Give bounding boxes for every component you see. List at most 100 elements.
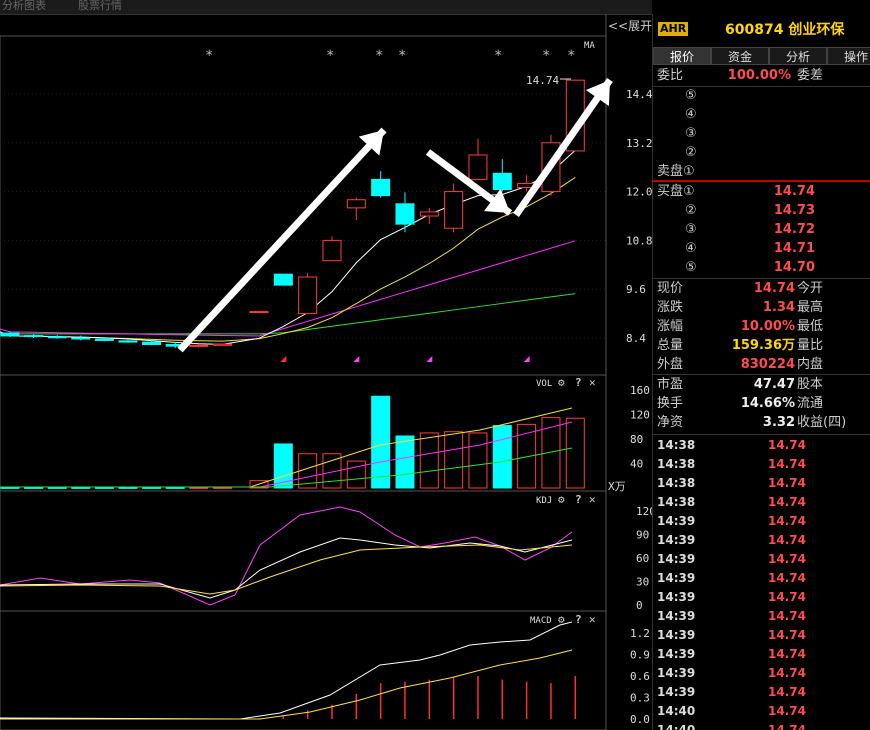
quote-value: 1.34 xyxy=(762,300,795,315)
close-icon[interactable]: ✕ xyxy=(589,493,596,506)
candle-body xyxy=(189,344,209,347)
buy-level-label: ⑤ xyxy=(685,260,697,275)
macd-dea-line xyxy=(0,649,573,720)
buy-row[interactable]: ⑤ 14.70 xyxy=(653,258,870,277)
quote-value: 830224 xyxy=(740,357,795,372)
tick-price: 14.74 xyxy=(768,723,806,730)
volume-bar xyxy=(468,432,488,489)
star-marker: * xyxy=(494,48,502,64)
volume-bar xyxy=(0,486,20,489)
quote-row: 涨幅 10.00% 最低 xyxy=(653,317,870,336)
kline-chart[interactable]: 14.4 13.2 12.0 10.8 9.6 8.4 * * * * * * * MA 14.74 VOL 1… xyxy=(0,0,652,730)
sell-level-label: ⑤ xyxy=(685,88,697,103)
volume-bar xyxy=(47,486,67,489)
candle-body xyxy=(0,332,20,337)
quote-label: 换手 xyxy=(657,396,684,411)
kdj-k-line xyxy=(0,537,573,599)
price-axis-label: 12.0 xyxy=(626,186,652,199)
price-axis-label: 8.4 xyxy=(626,332,646,345)
buy-price: 14.73 xyxy=(773,203,815,218)
tab-quote[interactable]: 报价 xyxy=(653,47,711,65)
help-icon[interactable]: ? xyxy=(575,493,582,506)
help-icon[interactable]: ? xyxy=(575,376,582,389)
ahr-badge[interactable]: AHR xyxy=(658,22,689,36)
quote-value: 10.00% xyxy=(740,319,795,334)
last-price-label: 14.74 xyxy=(526,74,559,87)
candle-body xyxy=(298,276,318,315)
volume-bar xyxy=(212,486,232,489)
quote-label: 现价 xyxy=(657,281,684,296)
candle-body xyxy=(273,273,293,286)
rise-marker xyxy=(523,356,530,362)
quote-label: 涨跌 xyxy=(657,300,684,315)
tick-price: 14.74 xyxy=(768,514,806,528)
gear-icon[interactable]: ⚙ xyxy=(558,493,565,506)
weibi-row: 委比 100.00% 委差 xyxy=(653,66,870,85)
quote-value: 3.32 xyxy=(762,415,795,430)
candle-body xyxy=(346,199,366,209)
tick-price: 14.74 xyxy=(768,628,806,642)
buy-row[interactable]: ④ 14.71 xyxy=(653,239,870,258)
tick-time: 14:39 xyxy=(657,552,696,566)
price-axis-label: 13.2 xyxy=(626,137,652,150)
panel-frame xyxy=(0,35,607,376)
tick-row: 14:39 14.74 xyxy=(653,607,870,626)
stock-title: 600874 创业环保 xyxy=(725,22,845,38)
buy-row[interactable]: ③ 14.72 xyxy=(653,220,870,239)
quote-label-2: 今开 xyxy=(797,281,824,296)
kdj-axis-label: 60 xyxy=(636,552,649,565)
buy-price: 14.72 xyxy=(773,222,815,237)
close-icon[interactable]: ✕ xyxy=(589,376,596,389)
quote-label-2: 量比 xyxy=(797,338,824,353)
tick-price: 14.74 xyxy=(768,685,806,699)
star-marker: * xyxy=(542,48,550,64)
tab-funds[interactable]: 资金 xyxy=(711,47,769,65)
tick-time: 14:38 xyxy=(657,476,696,490)
volume-bar xyxy=(94,486,114,489)
buy-row[interactable]: ② 14.73 xyxy=(653,201,870,220)
star-marker: * xyxy=(398,48,406,64)
buy-row[interactable]: 买盘① 14.74 xyxy=(653,182,870,201)
candle-body xyxy=(142,341,162,346)
sell-level-label: ② xyxy=(685,145,697,160)
tick-time: 14:39 xyxy=(657,666,696,680)
tick-row: 14:39 14.74 xyxy=(653,645,870,664)
star-marker: * xyxy=(205,48,213,64)
weicha-label: 委差 xyxy=(797,68,824,83)
quote-label: 总量 xyxy=(657,338,684,353)
sell-level-label: ④ xyxy=(685,107,697,122)
ma-label: MA xyxy=(584,41,595,51)
volume-bar xyxy=(165,486,185,489)
tick-time: 14:40 xyxy=(657,723,696,730)
volume-bar xyxy=(71,486,91,489)
macd-dif-line xyxy=(0,621,573,720)
macd-axis-label: 1.2 xyxy=(630,627,650,640)
gear-icon[interactable]: ⚙ xyxy=(558,613,565,626)
tab-operation[interactable]: 操作 xyxy=(827,47,870,65)
tick-row: 14:39 14.74 xyxy=(653,531,870,550)
sell-row: ② xyxy=(653,143,870,162)
candle-body xyxy=(371,178,391,197)
gear-icon[interactable]: ⚙ xyxy=(558,376,565,389)
candle-body xyxy=(71,337,91,340)
tick-row: 14:39 14.74 xyxy=(653,664,870,683)
close-icon[interactable]: ✕ xyxy=(589,613,596,626)
tab-analysis[interactable]: 分析 xyxy=(769,47,827,65)
help-icon[interactable]: ? xyxy=(575,613,582,626)
tick-time: 14:40 xyxy=(657,704,696,718)
tick-row: 14:39 14.74 xyxy=(653,588,870,607)
tick-row: 14:40 14.74 xyxy=(653,721,870,730)
ma5-line xyxy=(0,149,576,345)
tick-time: 14:38 xyxy=(657,438,696,452)
volume-bar xyxy=(517,423,537,489)
kdj-axis-label: 90 xyxy=(636,529,649,542)
sell-row: ④ xyxy=(653,105,870,124)
tick-row: 14:39 14.74 xyxy=(653,550,870,569)
tick-time: 14:39 xyxy=(657,647,696,661)
kdj-axis-label: 30 xyxy=(636,576,649,589)
quote-label: 市盈 xyxy=(657,377,684,392)
tick-time: 14:39 xyxy=(657,571,696,585)
macd-axis-label: 0.9 xyxy=(630,649,650,662)
tick-price: 14.74 xyxy=(768,533,806,547)
sell-row: ③ xyxy=(653,124,870,143)
